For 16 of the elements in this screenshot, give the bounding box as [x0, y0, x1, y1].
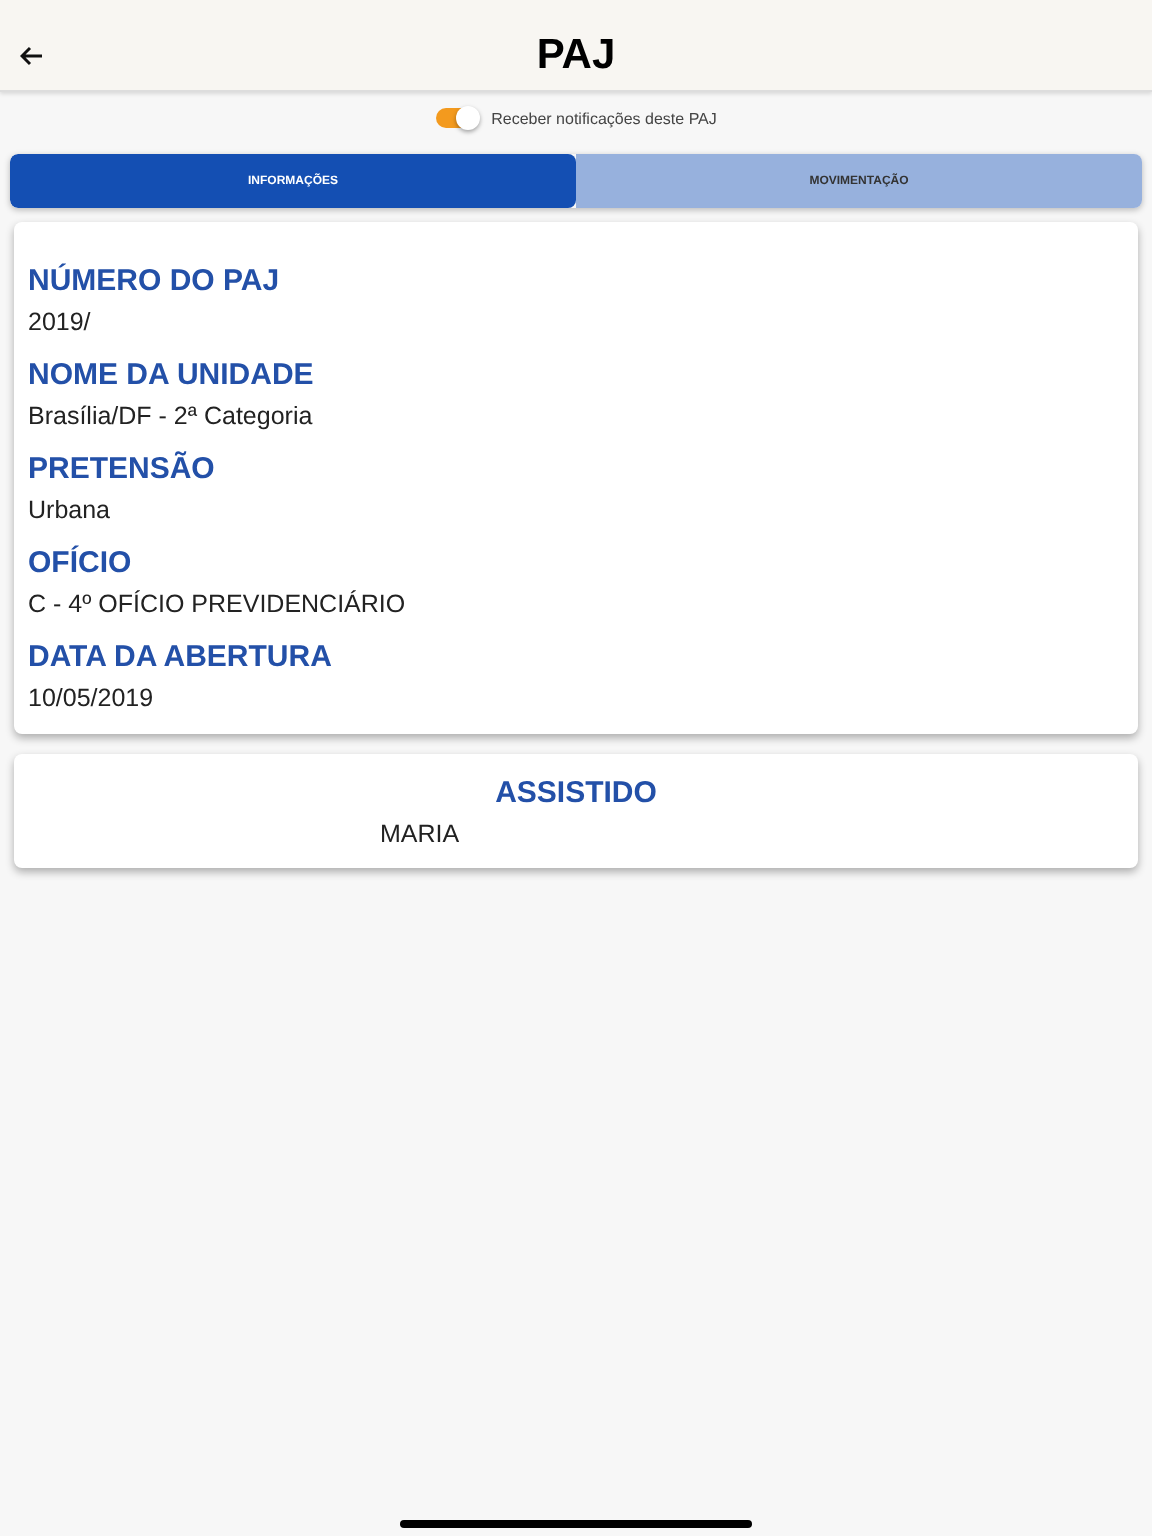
field-value: 2019/: [28, 306, 93, 338]
field-label: PRETENSÃO: [28, 452, 217, 488]
field-value: C - 4º OFÍCIO PREVIDENCIÁRIO: [28, 588, 408, 620]
field-label: DATA DA ABERTURA: [28, 640, 334, 676]
field-value: Brasília/DF - 2ª Categoria: [28, 400, 315, 432]
assistido-name: MARIA: [380, 820, 462, 848]
field-label: NOME DA UNIDADE: [28, 358, 316, 394]
field-label: NÚMERO DO PAJ: [28, 264, 282, 300]
field-value: 10/05/2019: [28, 682, 156, 714]
field-label: OFÍCIO: [28, 546, 134, 582]
back-icon[interactable]: [16, 42, 48, 70]
field-value: Urbana: [28, 494, 112, 526]
page-title: PAJ: [536, 32, 616, 80]
notification-label: Receber notificações deste PAJ: [491, 109, 717, 127]
notification-toggle[interactable]: [435, 108, 476, 128]
section-title: ASSISTIDO: [493, 776, 659, 812]
